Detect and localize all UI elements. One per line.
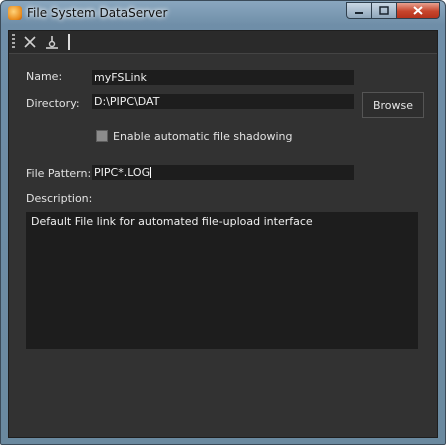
file-pattern-label: File Pattern: <box>26 167 92 180</box>
name-field[interactable]: myFSLink <box>92 70 354 85</box>
dataserver-panel: Name: myFSLink Directory: D:\PIPC\DAT Br… <box>8 30 438 438</box>
close-button[interactable] <box>397 2 440 19</box>
toolbar <box>9 31 437 54</box>
text-caret <box>150 167 152 178</box>
file-pattern-field[interactable]: PIPC*.LOG <box>92 165 354 180</box>
directory-label: Directory: <box>26 97 80 110</box>
minimize-icon <box>355 11 363 14</box>
directory-field[interactable]: D:\PIPC\DAT <box>92 94 354 109</box>
name-label: Name: <box>26 70 63 83</box>
maximize-button[interactable] <box>372 2 397 19</box>
description-textarea[interactable]: Default File link for automated file-upl… <box>26 212 418 349</box>
toolbar-grip[interactable] <box>12 34 15 49</box>
dataserver-app-icon <box>8 6 22 20</box>
disconnect-icon[interactable] <box>44 34 60 50</box>
window-controls <box>346 2 440 20</box>
file-shadowing-checkbox[interactable] <box>96 130 108 142</box>
dataserver-window: File System DataServer Name: myFSLink Di… <box>0 0 446 445</box>
window-title: File System DataServer <box>27 6 168 20</box>
title-bar[interactable]: File System DataServer <box>1 1 445 25</box>
file-pattern-value: PIPC*.LOG <box>94 166 151 179</box>
delete-x-icon[interactable] <box>22 34 38 50</box>
close-icon <box>413 6 423 15</box>
file-shadowing-label: Enable automatic file shadowing <box>113 130 293 143</box>
toolbar-separator <box>68 34 70 50</box>
description-label: Description: <box>26 192 93 205</box>
maximize-icon <box>379 6 389 15</box>
browse-button[interactable]: Browse <box>362 92 424 118</box>
minimize-button[interactable] <box>346 2 372 19</box>
